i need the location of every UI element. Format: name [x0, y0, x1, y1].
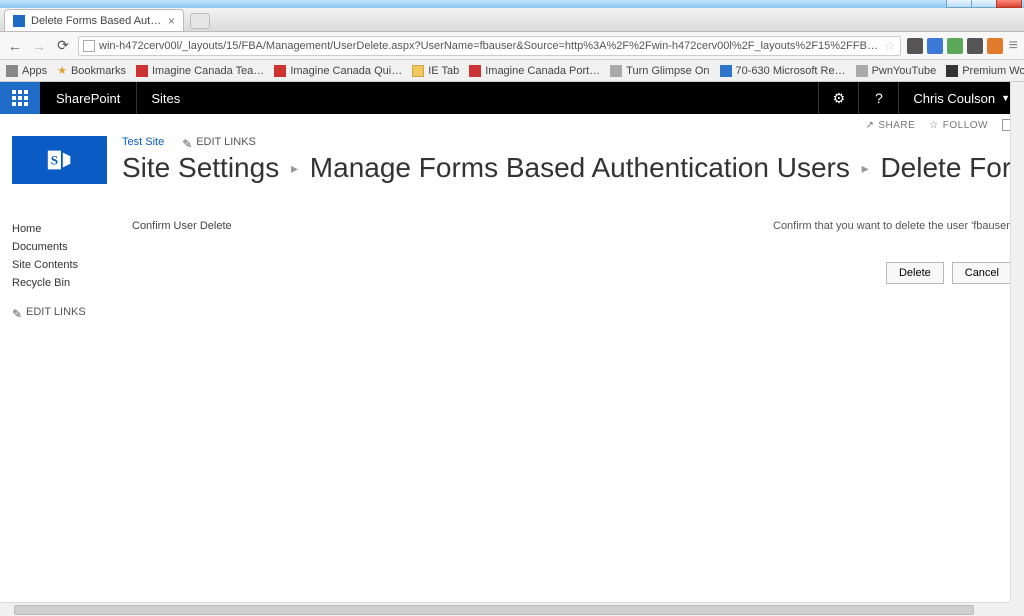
bookmarks-bar: Apps ★Bookmarks Imagine Canada Tea… Imag…: [0, 60, 1024, 82]
form-area: Confirm User Delete Confirm that you wan…: [132, 194, 1012, 318]
help-button[interactable]: ?: [858, 82, 898, 114]
bookmark-item[interactable]: PwnYouTube: [856, 65, 937, 77]
scroll-corner: [1010, 602, 1024, 616]
browser-toolbar: ← → ⟳ win-h472cerv00l/_layouts/15/FBA/Ma…: [0, 32, 1024, 60]
window-close-button[interactable]: [996, 0, 1022, 8]
extension-icon[interactable]: [907, 38, 923, 54]
tab-close-icon[interactable]: ×: [168, 14, 175, 28]
site-logo[interactable]: S: [12, 136, 107, 184]
pencil-icon: [12, 307, 22, 317]
bookmark-item[interactable]: Imagine Canada Qui…: [274, 65, 402, 77]
reload-button[interactable]: ⟳: [54, 37, 72, 55]
svg-text:S: S: [50, 153, 57, 168]
sharepoint-logo-icon: S: [45, 145, 75, 175]
window-minimize-button[interactable]: [946, 0, 972, 8]
breadcrumb-separator-icon: ▸: [291, 160, 298, 176]
url-text: win-h472cerv00l/_layouts/15/FBA/Manageme…: [99, 40, 880, 52]
bookmark-item[interactable]: 70-630 Microsoft Re…: [720, 65, 846, 77]
follow-button[interactable]: ☆FOLLOW: [929, 120, 988, 131]
share-icon: ↗: [865, 120, 874, 131]
cancel-button[interactable]: Cancel: [952, 262, 1012, 284]
suite-brand[interactable]: SharePoint: [40, 82, 136, 114]
extension-icon[interactable]: [947, 38, 963, 54]
pencil-icon: [182, 137, 192, 147]
horizontal-scroll-thumb[interactable]: [14, 605, 974, 615]
vertical-scrollbar[interactable]: [1010, 82, 1024, 602]
top-nav-site-link[interactable]: Test Site: [122, 136, 164, 148]
quick-launch-item[interactable]: Site Contents: [12, 256, 112, 274]
suite-sites-link[interactable]: Sites: [137, 82, 194, 114]
tab-title: Delete Forms Based Auth…: [31, 15, 162, 27]
form-section-description: Confirm that you want to delete the user…: [773, 220, 1012, 232]
apps-button[interactable]: Apps: [6, 65, 47, 77]
bookmark-item[interactable]: IE Tab: [412, 65, 459, 77]
chrome-menu-icon[interactable]: ≡: [1009, 37, 1018, 55]
breadcrumb-segment[interactable]: Manage Forms Based Authentication Users: [310, 152, 850, 183]
tab-favicon: [13, 15, 25, 27]
address-bar[interactable]: win-h472cerv00l/_layouts/15/FBA/Manageme…: [78, 36, 901, 56]
browser-tab[interactable]: Delete Forms Based Auth… ×: [4, 9, 184, 31]
window-maximize-button[interactable]: [971, 0, 997, 8]
top-nav: Test Site EDIT LINKS: [122, 136, 1012, 148]
browser-tabstrip: Delete Forms Based Auth… ×: [0, 8, 1024, 32]
share-button[interactable]: ↗SHARE: [865, 120, 915, 131]
bookmark-star-icon[interactable]: ☆: [884, 38, 896, 54]
top-nav-edit-links[interactable]: EDIT LINKS: [182, 136, 256, 148]
gear-icon: ⚙: [833, 90, 846, 107]
quick-launch-item[interactable]: Home: [12, 220, 112, 238]
quick-launch: Home Documents Site Contents Recycle Bin…: [12, 194, 112, 318]
user-name: Chris Coulson: [913, 91, 995, 106]
extension-icon[interactable]: [987, 38, 1003, 54]
extension-icon[interactable]: [927, 38, 943, 54]
extension-icon[interactable]: [967, 38, 983, 54]
delete-button[interactable]: Delete: [886, 262, 944, 284]
form-section-label: Confirm User Delete: [132, 220, 252, 232]
breadcrumb-segment[interactable]: Site Settings: [122, 152, 279, 183]
suite-bar: SharePoint Sites ⚙ ? Chris Coulson ▼: [0, 82, 1024, 114]
bookmark-item[interactable]: Imagine Canada Tea…: [136, 65, 264, 77]
bookmark-item[interactable]: ★Bookmarks: [57, 64, 126, 77]
settings-button[interactable]: ⚙: [818, 82, 858, 114]
app-launcher-button[interactable]: [0, 82, 40, 114]
bookmark-item[interactable]: Turn Glimpse On: [610, 65, 709, 77]
page-actions-row: ↗SHARE ☆FOLLOW: [0, 114, 1024, 136]
breadcrumb-separator-icon: ▸: [862, 160, 869, 176]
waffle-icon: [12, 90, 28, 106]
bookmark-item[interactable]: Imagine Canada Port…: [469, 65, 600, 77]
quick-launch-edit-links[interactable]: EDIT LINKS: [12, 306, 112, 318]
bookmark-item[interactable]: Premium WordPress…: [946, 65, 1024, 77]
user-menu[interactable]: Chris Coulson ▼: [898, 82, 1024, 114]
window-controls: [947, 0, 1022, 8]
chevron-down-icon: ▼: [1001, 93, 1010, 103]
page-content: S Test Site EDIT LINKS Site Settings ▸ M…: [0, 136, 1024, 196]
breadcrumb: Site Settings ▸ Manage Forms Based Authe…: [122, 152, 1012, 184]
window-titlebar: [0, 0, 1024, 8]
extension-icons: [907, 38, 1003, 54]
horizontal-scrollbar[interactable]: [0, 602, 1010, 616]
new-tab-button[interactable]: [190, 13, 210, 29]
page-icon: [83, 40, 95, 52]
star-icon: ☆: [929, 120, 938, 131]
page-body: Home Documents Site Contents Recycle Bin…: [0, 194, 1024, 318]
forward-button[interactable]: →: [30, 37, 48, 55]
quick-launch-item[interactable]: Recycle Bin: [12, 274, 112, 292]
help-icon: ?: [875, 90, 883, 106]
quick-launch-item[interactable]: Documents: [12, 238, 112, 256]
breadcrumb-segment: Delete Forms Based Authentication U: [880, 152, 1012, 183]
back-button[interactable]: ←: [6, 37, 24, 55]
